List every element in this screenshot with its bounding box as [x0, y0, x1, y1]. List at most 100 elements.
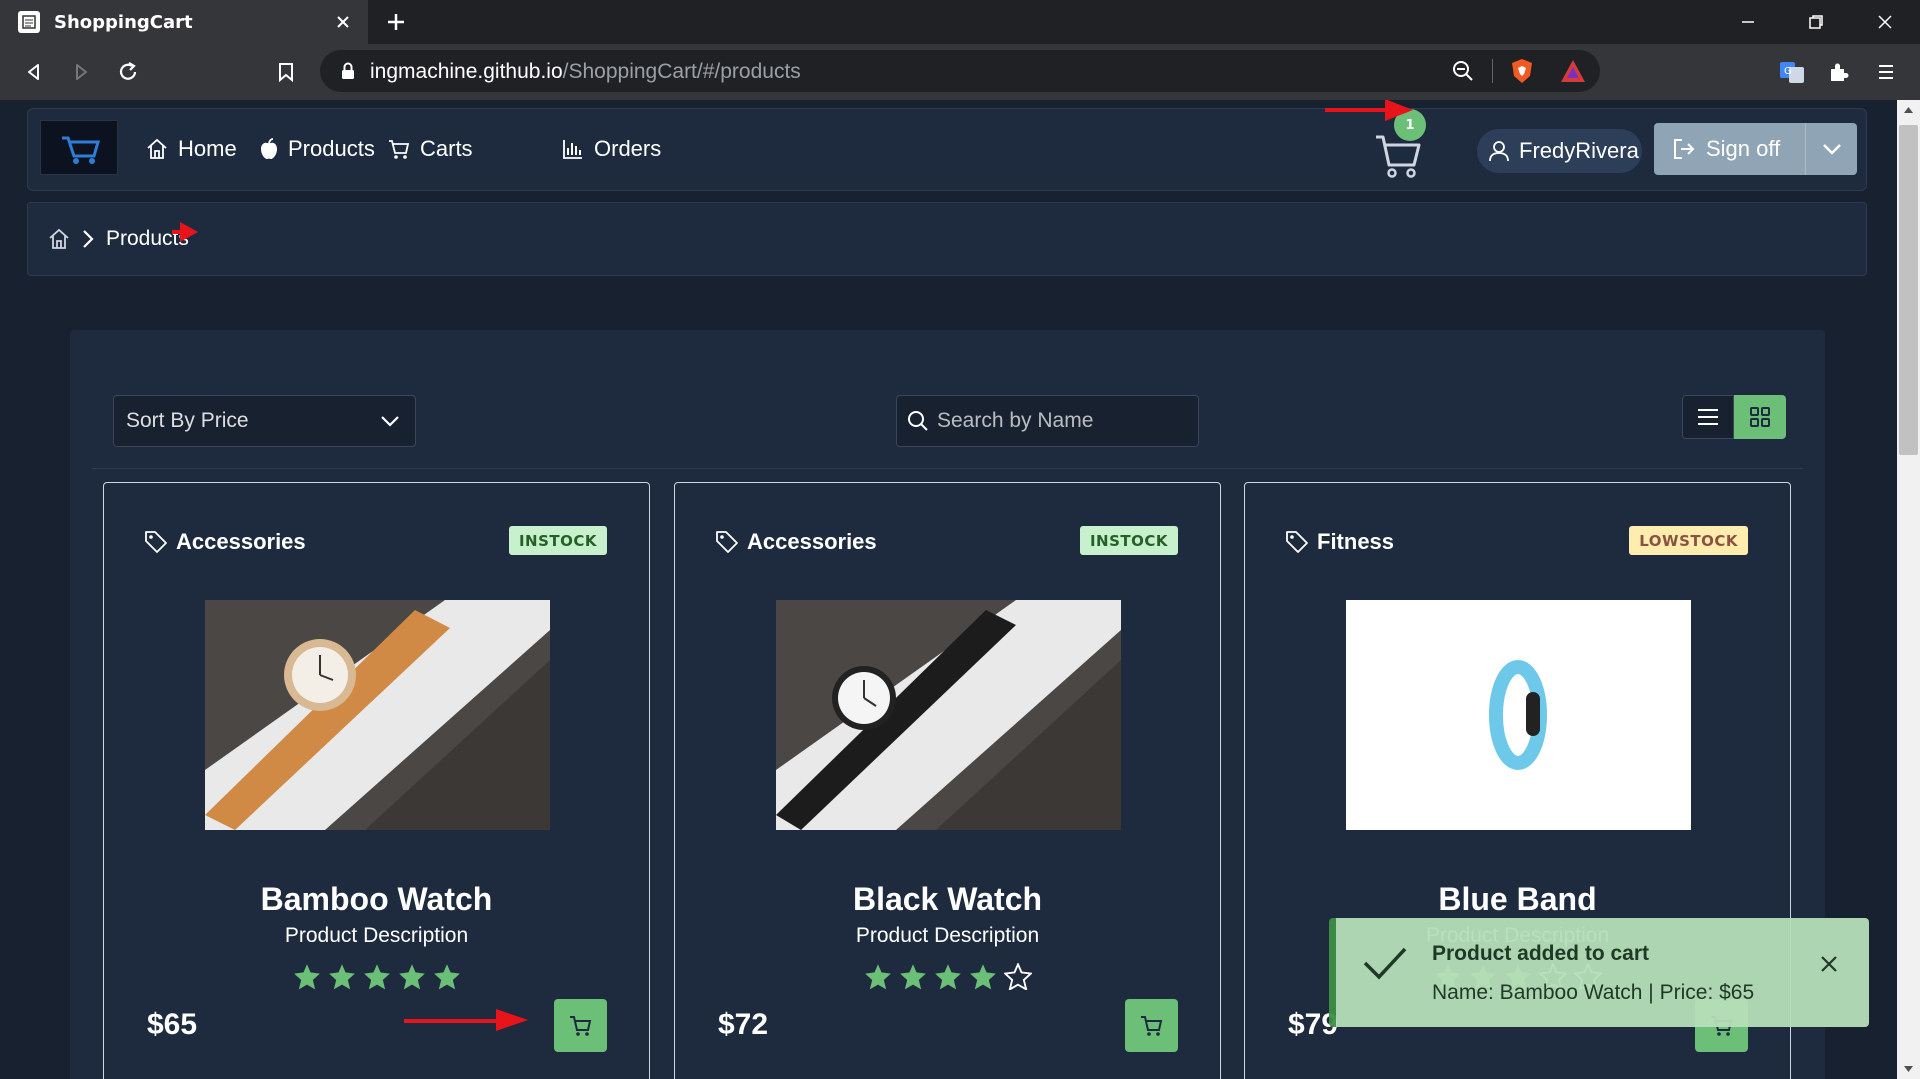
search-input[interactable]: Search by Name	[896, 395, 1199, 447]
user-icon	[1489, 141, 1509, 162]
product-image-bamboo-watch	[205, 600, 550, 830]
cart-icon	[1140, 1015, 1162, 1036]
product-name: Bamboo Watch	[260, 881, 493, 917]
scroll-up-icon[interactable]	[1903, 106, 1914, 114]
breadcrumb: Products	[27, 202, 1867, 276]
shopping-cart-icon	[1376, 135, 1421, 178]
back-icon[interactable]	[18, 56, 50, 88]
logo-cart-icon	[62, 136, 100, 164]
product-card: Accessories INSTOCK Bamboo Watch Product…	[103, 482, 650, 1079]
extensions-icon[interactable]	[1822, 56, 1854, 88]
home-icon	[147, 138, 167, 159]
star-filled-icon	[934, 964, 961, 990]
rating-stars[interactable]	[104, 963, 649, 990]
rating-stars[interactable]	[675, 963, 1220, 990]
scroll-down-icon[interactable]	[1903, 1065, 1914, 1073]
nav-home[interactable]: Home	[146, 133, 237, 165]
product-category: Accessories	[144, 529, 306, 555]
brave-rewards-icon[interactable]	[1560, 59, 1586, 83]
star-filled-icon	[328, 964, 355, 990]
new-tab-plus-icon[interactable]	[380, 6, 412, 38]
restore-icon[interactable]	[1786, 0, 1846, 44]
stock-status-badge: INSTOCK	[1079, 526, 1178, 555]
nav-home-label: Home	[178, 136, 237, 161]
stock-status-badge: INSTOCK	[508, 526, 607, 555]
star-filled-icon	[398, 964, 425, 990]
product-description: Product Description	[855, 924, 1040, 947]
lock-icon	[342, 62, 354, 79]
product-image-black-watch	[776, 600, 1121, 830]
product-category: Fitness	[1285, 529, 1394, 555]
toast-close-icon[interactable]	[1813, 948, 1845, 980]
star-filled-icon	[969, 964, 996, 990]
address-bar: ingmachine.github.io/ShoppingCart/#/prod…	[0, 44, 1920, 100]
tab-close-icon[interactable]	[328, 7, 358, 37]
chevron-right-icon	[83, 230, 94, 248]
page-favicon-icon	[18, 11, 40, 33]
logo[interactable]	[40, 120, 118, 175]
star-filled-icon	[293, 964, 320, 990]
star-filled-icon	[864, 964, 891, 990]
apple-icon	[261, 138, 277, 159]
nav-orders[interactable]: Orders	[562, 133, 661, 165]
nav-carts-label: Carts	[420, 136, 473, 161]
chevron-down-icon	[381, 416, 399, 427]
svg-text:G: G	[1784, 66, 1792, 77]
list-icon	[1698, 409, 1718, 425]
toast-title: Product added to cart	[1432, 942, 1650, 965]
toast-notification: Product added to cart Name: Bamboo Watch…	[1329, 918, 1869, 1027]
browser-menu-icon[interactable]	[1870, 56, 1902, 88]
scrollbar-thumb[interactable]	[1899, 125, 1918, 455]
url-field[interactable]: ingmachine.github.io/ShoppingCart/#/prod…	[320, 50, 1600, 92]
url-text: ingmachine.github.io/ShoppingCart/#/prod…	[370, 60, 801, 83]
product-price: $72	[718, 1008, 769, 1041]
product-card: Accessories INSTOCK Black Watch Product …	[674, 482, 1221, 1079]
nav-carts[interactable]: Carts	[388, 133, 473, 165]
sign-out-icon	[1674, 139, 1695, 159]
nav-products-label: Products	[288, 136, 375, 161]
star-filled-icon	[433, 964, 460, 990]
page: Home Products Carts Orders 1 FredyRivera…	[0, 100, 1920, 1079]
user-chip[interactable]: FredyRivera	[1477, 129, 1642, 173]
divider	[92, 468, 1803, 469]
breadcrumb-home-icon[interactable]	[48, 228, 70, 250]
brave-shield-icon[interactable]	[1510, 58, 1534, 84]
star-filled-icon	[363, 964, 390, 990]
username: FredyRivera	[1519, 138, 1639, 163]
cart-icon	[389, 140, 410, 159]
list-view-button[interactable]	[1682, 395, 1734, 439]
signoff-dropdown-button[interactable]	[1805, 123, 1857, 175]
forward-icon[interactable]	[65, 56, 97, 88]
star-empty-icon	[1003, 963, 1032, 990]
tab-title: ShoppingCart	[54, 11, 193, 33]
chevron-down-icon	[1822, 144, 1841, 155]
product-name: Black Watch	[852, 881, 1043, 917]
window-close-icon[interactable]	[1855, 0, 1915, 44]
sort-dropdown[interactable]: Sort By Price	[113, 395, 416, 447]
cart-icon	[569, 1015, 591, 1036]
add-to-cart-button[interactable]	[554, 999, 607, 1052]
browser-tab-bar: ShoppingCart	[0, 0, 1920, 44]
product-category-label: Accessories	[176, 529, 306, 554]
search-placeholder: Search by Name	[937, 409, 1094, 432]
product-image-blue-band	[1346, 600, 1691, 830]
signoff-split-button: Sign off	[1654, 123, 1857, 175]
add-to-cart-button[interactable]	[1125, 999, 1178, 1052]
minimize-icon[interactable]	[1718, 0, 1778, 44]
grid-view-button[interactable]	[1734, 395, 1786, 439]
bookmark-icon[interactable]	[270, 56, 302, 88]
product-category: Accessories	[715, 529, 877, 555]
reload-icon[interactable]	[112, 56, 144, 88]
tag-icon	[1286, 531, 1308, 553]
bar-chart-icon	[563, 140, 582, 159]
annotation-arrow-add-cart	[404, 1009, 528, 1031]
browser-tab[interactable]: ShoppingCart	[0, 0, 368, 44]
stock-status-badge: LOWSTOCK	[1629, 526, 1748, 555]
nav-products[interactable]: Products	[260, 133, 375, 165]
signoff-button[interactable]: Sign off	[1654, 123, 1805, 175]
top-navbar: Home Products Carts Orders 1 FredyRivera…	[27, 108, 1867, 191]
translate-icon[interactable]: G	[1776, 56, 1808, 88]
tag-icon	[145, 531, 167, 553]
zoom-icon[interactable]	[1452, 60, 1474, 82]
search-icon	[908, 411, 928, 431]
